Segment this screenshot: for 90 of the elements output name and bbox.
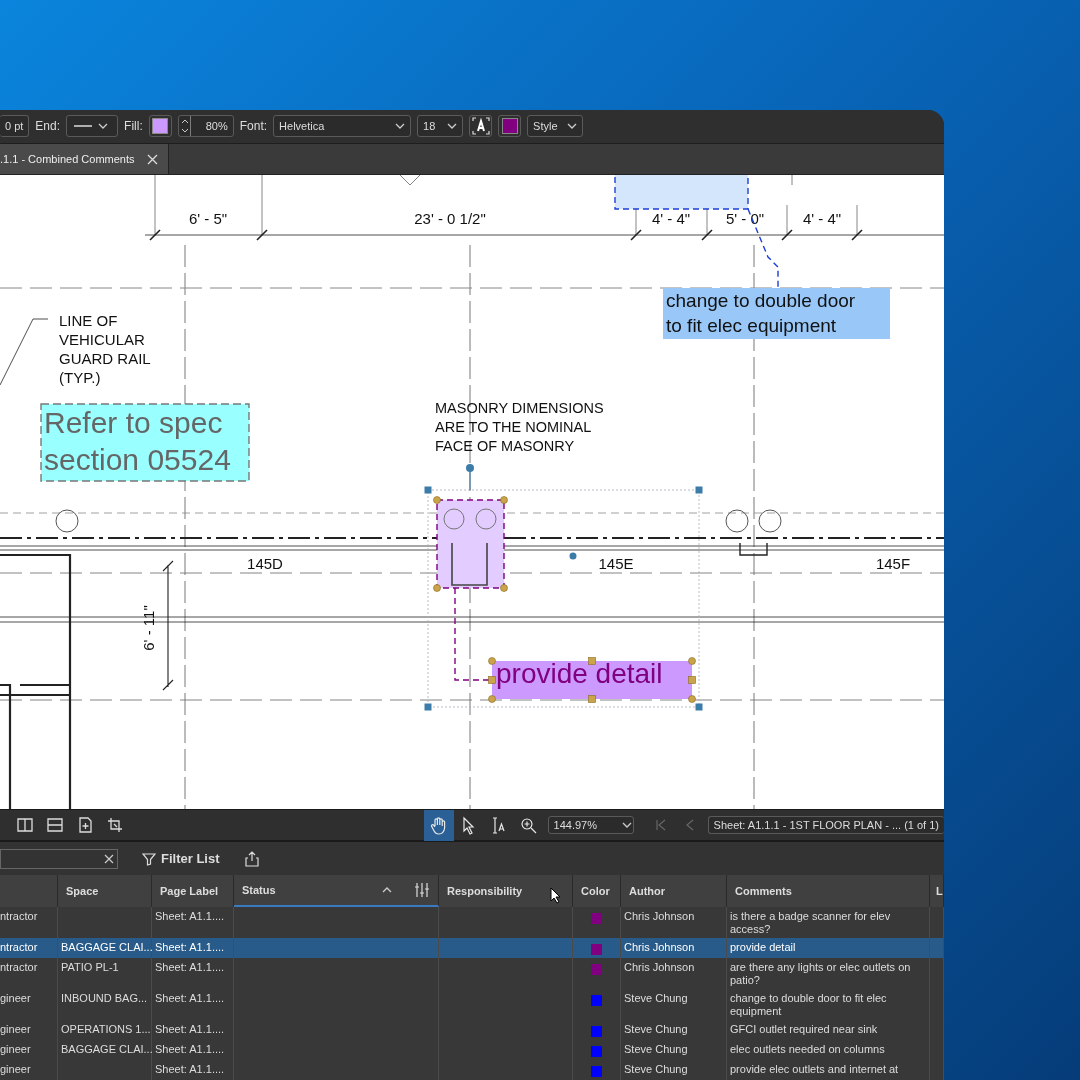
fill-label: Fill: bbox=[124, 119, 143, 134]
font-dropdown[interactable]: Helvetica bbox=[273, 115, 412, 138]
table-cell: ntractor bbox=[0, 958, 58, 989]
caret-icon bbox=[395, 123, 406, 130]
pointer-cursor-icon bbox=[550, 887, 562, 904]
room-label: 145F bbox=[875, 555, 911, 573]
hand-tool-button[interactable] bbox=[423, 809, 454, 841]
table-cell: gineer bbox=[0, 1040, 58, 1060]
page-add-icon[interactable] bbox=[76, 816, 94, 835]
end-label: End: bbox=[35, 119, 61, 134]
table-cell: Sheet: A1.1.... bbox=[152, 1060, 234, 1080]
drawing-note: MASONRY DIMENSIONS ARE TO THE NOMINAL FACE OF MASONRY bbox=[435, 400, 604, 455]
table-cell: Sheet: A1.1.... bbox=[152, 1040, 234, 1060]
table-cell: Sheet: A1.1.... bbox=[152, 938, 234, 958]
table-cell: gineer bbox=[0, 1060, 58, 1080]
search-field[interactable] bbox=[0, 848, 118, 869]
dimension-label: 4' - 4" bbox=[651, 210, 691, 228]
funnel-icon bbox=[142, 851, 156, 866]
comment-callout[interactable]: change to double door to fit elec equipment bbox=[663, 288, 890, 340]
drawing-note: LINE OF VEHICULAR GUARD RAIL (TYP.) bbox=[59, 312, 151, 387]
column-header[interactable]: Responsibility bbox=[439, 875, 573, 907]
table-cell: Steve Chung bbox=[621, 989, 727, 1020]
room-label: 145E bbox=[598, 555, 634, 573]
line-style-icon bbox=[72, 123, 95, 130]
text-color-button[interactable] bbox=[498, 115, 522, 138]
line-width-field[interactable]: 0 pt bbox=[0, 115, 30, 138]
comment-callout[interactable]: Refer to spec section 05524 bbox=[40, 403, 250, 483]
page-dropdown[interactable]: Sheet: A1.1.1 - 1ST FLOOR PLAN - ... (1 of 1) bbox=[707, 816, 944, 835]
font-label: Font: bbox=[239, 119, 268, 134]
column-header[interactable]: L bbox=[930, 875, 944, 907]
table-cell: Chris Johnson bbox=[621, 958, 727, 989]
caret-icon bbox=[621, 822, 632, 829]
close-icon[interactable] bbox=[146, 153, 158, 165]
sort-caret-icon bbox=[382, 887, 392, 893]
column-header[interactable]: Author bbox=[621, 875, 727, 907]
column-header[interactable]: Comments bbox=[727, 875, 930, 907]
table-cell: Sheet: A1.1.... bbox=[152, 958, 234, 989]
column-header[interactable]: Space bbox=[58, 875, 152, 907]
sorted-column-header[interactable]: Status bbox=[234, 875, 439, 907]
dimension-label: 23' - 0 1/2" bbox=[414, 210, 486, 228]
table-cell: Steve Chung bbox=[621, 1060, 727, 1080]
font-size-dropdown[interactable]: 18 bbox=[417, 115, 464, 138]
auto-size-text-button[interactable] bbox=[469, 115, 493, 138]
table-cell: Sheet: A1.1.... bbox=[152, 1020, 234, 1040]
fill-color-button[interactable] bbox=[148, 115, 172, 138]
table-cell: OPERATIONS 1... bbox=[58, 1020, 152, 1040]
table-cell: gineer bbox=[0, 1020, 58, 1040]
table-cell: provide elec outlets and internet at bbox=[727, 1060, 930, 1080]
clear-icon[interactable] bbox=[104, 853, 114, 864]
table-cell: change to double door to fit elec equipment bbox=[727, 989, 930, 1020]
table-cell: GFCI outlet required near sink bbox=[727, 1020, 930, 1040]
column-header[interactable]: Page Label bbox=[152, 875, 234, 907]
table-cell: elec outlets needed on columns bbox=[727, 1040, 930, 1060]
style-dropdown[interactable]: Style bbox=[527, 115, 584, 138]
dimension-label: 5' - 0" bbox=[725, 210, 765, 228]
page-crop-icon[interactable] bbox=[106, 816, 124, 835]
document-tab[interactable]: .1.1 - Combined Comments bbox=[0, 143, 169, 175]
table-cell: gineer bbox=[0, 989, 58, 1020]
table-cell: Chris Johnson bbox=[621, 938, 727, 958]
dimension-label: 6' - 11" bbox=[140, 605, 157, 652]
table-cell: Steve Chung bbox=[621, 1040, 727, 1060]
caret-icon bbox=[567, 123, 578, 130]
sliders-icon[interactable] bbox=[414, 882, 430, 898]
column-header[interactable]: Color bbox=[573, 875, 621, 907]
zoom-icon bbox=[519, 815, 539, 835]
table-cell: BAGGAGE CLAI... bbox=[58, 938, 152, 958]
table-cell: BAGGAGE CLAI... bbox=[58, 1040, 152, 1060]
table-cell: Sheet: A1.1.... bbox=[152, 989, 234, 1020]
anchor-point bbox=[569, 552, 577, 560]
split-rows-icon[interactable] bbox=[46, 816, 64, 835]
share-icon[interactable] bbox=[243, 850, 260, 867]
dimension-label: 6' - 5" bbox=[188, 210, 228, 228]
table-cell: INBOUND BAG... bbox=[58, 989, 152, 1020]
zoom-dropdown[interactable]: 144.97% bbox=[547, 816, 634, 835]
dimension-label: 4' - 4" bbox=[802, 210, 842, 228]
table-cell: are there any lights or elec outlets on patio? bbox=[727, 958, 930, 989]
table-cell: ntractor bbox=[0, 938, 58, 958]
room-label: 145D bbox=[247, 555, 283, 573]
caret-icon bbox=[98, 123, 109, 130]
caret-icon bbox=[447, 123, 458, 130]
text-fit-icon bbox=[471, 117, 490, 136]
line-end-dropdown[interactable] bbox=[66, 115, 119, 138]
selection-frame[interactable] bbox=[424, 464, 703, 711]
table-cell: Steve Chung bbox=[621, 1020, 727, 1040]
split-columns-icon[interactable] bbox=[16, 816, 34, 835]
opacity-field[interactable]: 80% bbox=[177, 115, 234, 138]
table-cell bbox=[930, 938, 944, 958]
table-cell: PATIO PL-1 bbox=[58, 958, 152, 989]
table-cell: provide detail bbox=[727, 938, 930, 958]
filter-list-button[interactable]: Filter List bbox=[142, 851, 220, 867]
